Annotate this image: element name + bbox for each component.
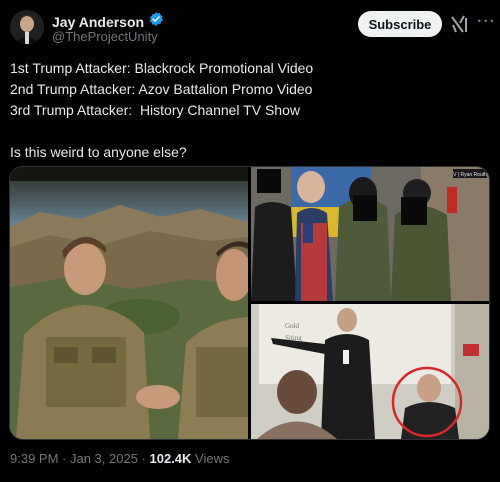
media-grid: V | Ryan Routh Gold Siting xyxy=(9,166,490,440)
media-image-azov-group[interactable]: V | Ryan Routh xyxy=(251,167,489,301)
tweet-line: Is this weird to anyone else? xyxy=(10,144,187,160)
meta-separator: · xyxy=(137,451,150,466)
tweet-line: 3rd Trump Attacker: History Channel TV S… xyxy=(10,102,300,118)
tweet-meta: 9:39 PM · Jan 3, 2025 · 102.4K Views xyxy=(10,451,230,466)
media-image-classroom[interactable]: Gold Siting xyxy=(251,304,489,439)
image-corner-text: V | Ryan Routh xyxy=(453,172,487,178)
more-options-icon[interactable]: ··· xyxy=(477,13,496,31)
views-label: Views xyxy=(195,451,230,466)
tweet-time[interactable]: 9:39 PM xyxy=(10,451,58,466)
media-image-military-promo[interactable] xyxy=(10,167,252,439)
author-name[interactable]: Jay Anderson xyxy=(52,14,144,30)
tweet-line: 1st Trump Attacker: Blackrock Promotiona… xyxy=(10,60,314,76)
tweet-text: 1st Trump Attacker: Blackrock Promotiona… xyxy=(10,58,490,163)
author-avatar[interactable] xyxy=(10,10,44,44)
whiteboard-text: Gold xyxy=(285,322,300,330)
subscribe-button[interactable]: Subscribe xyxy=(358,11,442,37)
grok-icon[interactable] xyxy=(450,14,468,34)
tweet-line: 2nd Trump Attacker: Azov Battalion Promo… xyxy=(10,81,313,97)
meta-separator: · xyxy=(58,451,70,466)
tweet-date[interactable]: Jan 3, 2025 xyxy=(70,451,138,466)
views-count: 102.4K xyxy=(149,451,192,466)
author-handle[interactable]: @TheProjectUnity xyxy=(52,29,158,44)
